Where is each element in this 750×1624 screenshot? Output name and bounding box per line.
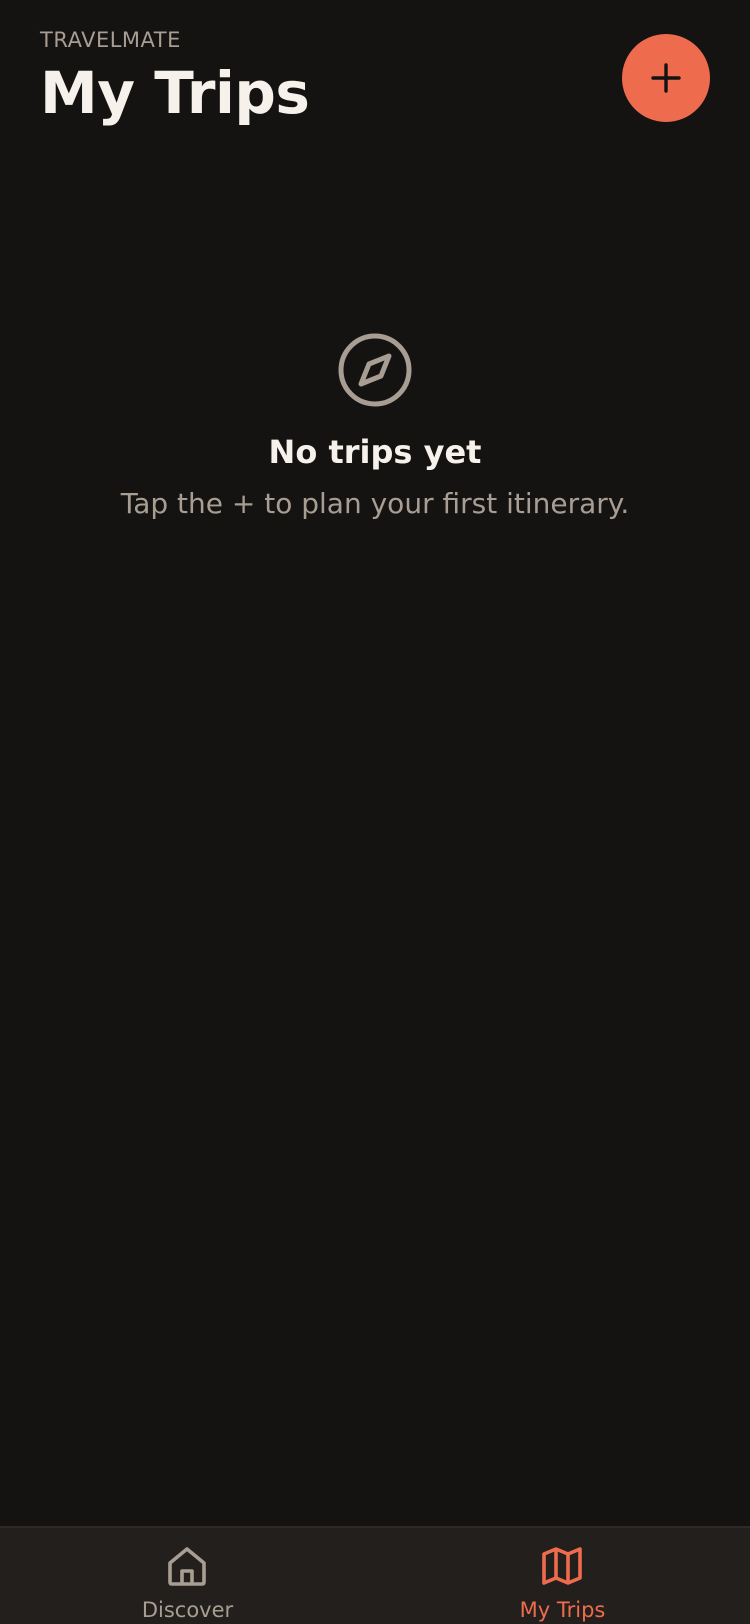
compass-icon (338, 333, 412, 407)
map-icon (542, 1547, 582, 1585)
plus-icon (651, 63, 681, 93)
bottom-tab-bar: Discover My Trips (0, 1526, 750, 1624)
empty-state-title: No trips yet (268, 433, 482, 471)
add-trip-button[interactable] (622, 34, 710, 122)
app-screen: TRAVELMATE My Trips No trips yet Tap the… (0, 0, 750, 1624)
tab-my-trips[interactable]: My Trips (375, 1528, 750, 1624)
header: TRAVELMATE My Trips (40, 26, 310, 127)
empty-state: No trips yet Tap the + to plan your firs… (0, 332, 750, 522)
empty-state-subtitle: Tap the + to plan your first itinerary. (120, 487, 630, 520)
tab-discover-label: Discover (141, 1598, 234, 1622)
home-icon (168, 1547, 206, 1586)
tab-discover[interactable]: Discover (0, 1528, 375, 1624)
tab-my-trips-label: My Trips (519, 1598, 606, 1622)
page-title: My Trips (40, 59, 310, 127)
app-brand: TRAVELMATE (40, 28, 181, 52)
